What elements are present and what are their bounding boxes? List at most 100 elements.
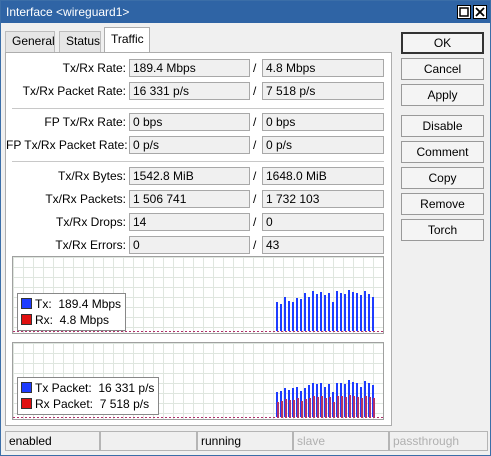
rx-swatch [21, 314, 32, 325]
rx-drops-field: 0 [262, 213, 384, 231]
tx-drops-field: 14 [129, 213, 250, 231]
field-label: Tx/Rx Rate: [62, 61, 126, 75]
field-label: Tx/Rx Drops: [55, 215, 126, 229]
separator-slash: / [253, 169, 257, 183]
rx-bar [321, 396, 323, 417]
tx-bar [316, 294, 318, 331]
tx-bar [304, 293, 306, 331]
disable-button[interactable]: Disable [401, 115, 484, 137]
tx-bar [332, 302, 334, 331]
legend-tx-packet-value: 16 331 p/s [98, 381, 155, 395]
rx-swatch [21, 398, 32, 409]
tx-bar [364, 291, 366, 331]
tx-bar [368, 294, 370, 331]
tx-swatch [21, 298, 32, 309]
status-running: running [197, 431, 293, 451]
rx-bar [309, 398, 311, 417]
divider [12, 161, 384, 162]
rx-bar [297, 398, 299, 417]
window-title: Interface <wireguard1> [6, 5, 130, 19]
field-label: Tx/Rx Packets: [45, 192, 126, 206]
separator-slash: / [253, 192, 257, 206]
tx-rx-packet-rate-row: Tx/Rx Packet Rate: 16 331 p/s / 7 518 p/… [6, 82, 391, 100]
fp-tx-packet-rate-field: 0 p/s [129, 136, 250, 154]
legend-rx-value: 4.8 Mbps [59, 313, 110, 327]
field-label: FP Tx/Rx Packet Rate: [6, 138, 128, 152]
separator-slash: / [253, 61, 257, 75]
close-button[interactable] [473, 5, 487, 19]
rx-bar [313, 396, 315, 417]
rate-graph-legend: Tx: 189.4 Mbps Rx: 4.8 Mbps [17, 293, 127, 331]
rx-bar [369, 397, 371, 417]
status-enabled: enabled [5, 431, 100, 451]
tx-bar [328, 293, 330, 331]
torch-button[interactable]: Torch [401, 219, 484, 241]
legend-rx-label: Rx: [35, 313, 53, 327]
tx-bar [340, 293, 342, 331]
ok-button[interactable]: OK [401, 32, 484, 54]
tx-rx-errors-row: Tx/Rx Errors: 0 / 43 [6, 236, 391, 254]
legend-rx-packet-label: Rx Packet: [35, 397, 94, 411]
copy-button[interactable]: Copy [401, 167, 484, 189]
rx-bar [361, 398, 363, 417]
packet-graph-legend: Tx Packet: 16 331 p/s Rx Packet: 7 518 p… [17, 377, 160, 415]
apply-button[interactable]: Apply [401, 84, 484, 106]
rx-bar [349, 395, 351, 417]
tx-packets-field: 1 506 741 [129, 190, 250, 208]
tx-bar [336, 291, 338, 331]
legend-tx-packet-label: Tx Packet: [35, 381, 92, 395]
tx-rx-packets-row: Tx/Rx Packets: 1 506 741 / 1 732 103 [6, 190, 391, 208]
rx-bar [317, 397, 319, 417]
remove-button[interactable]: Remove [401, 193, 484, 215]
cancel-button[interactable]: Cancel [401, 58, 484, 80]
fp-rx-packet-rate-field: 0 p/s [262, 136, 384, 154]
tab-traffic[interactable]: Traffic [104, 27, 150, 53]
tx-bar [356, 293, 358, 331]
legend-rx-packet-value: 7 518 p/s [99, 397, 150, 411]
field-label: FP Tx/Rx Rate: [44, 115, 126, 129]
field-label: Tx/Rx Bytes: [57, 169, 126, 183]
rx-packets-field: 1 732 103 [262, 190, 384, 208]
rx-bar [281, 401, 283, 417]
tx-bar [312, 291, 314, 331]
tx-bar [348, 290, 350, 331]
rx-bar [289, 400, 291, 417]
field-label: Tx/Rx Errors: [55, 238, 126, 252]
legend-tx: Tx: 189.4 Mbps [21, 296, 121, 312]
rate-graph: Tx: 189.4 Mbps Rx: 4.8 Mbps [12, 256, 384, 334]
tx-bar [320, 292, 322, 331]
tx-bar [360, 295, 362, 331]
packet-graph: Tx Packet: 16 331 p/s Rx Packet: 7 518 p… [12, 342, 384, 420]
status-bar: enabled running slave passthrough [5, 431, 488, 451]
restore-icon [459, 7, 469, 17]
rx-bar [345, 397, 347, 417]
tx-rx-bytes-row: Tx/Rx Bytes: 1542.8 MiB / 1648.0 MiB [6, 167, 391, 185]
tx-bar [288, 301, 290, 331]
rx-bar [341, 396, 343, 417]
title-bar[interactable]: Interface <wireguard1> [1, 1, 490, 23]
rx-bar [337, 396, 339, 417]
tx-rx-rate-row: Tx/Rx Rate: 189.4 Mbps / 4.8 Mbps [6, 59, 391, 77]
rx-bar [365, 396, 367, 417]
rx-errors-field: 43 [262, 236, 384, 254]
status-slave: slave [293, 431, 389, 451]
rx-bar [305, 399, 307, 417]
interface-window: Interface <wireguard1> General Status Tr… [0, 0, 491, 456]
rx-bar [325, 398, 327, 417]
tab-general[interactable]: General [5, 31, 55, 52]
tab-status[interactable]: Status [59, 31, 101, 52]
comment-button[interactable]: Comment [401, 141, 484, 163]
legend-tx-packet: Tx Packet: 16 331 p/s [21, 380, 154, 396]
separator-slash: / [253, 84, 257, 98]
separator-slash: / [253, 115, 257, 129]
rx-rate-field: 4.8 Mbps [262, 59, 384, 77]
tx-bar [308, 297, 310, 331]
legend-tx-value: 189.4 Mbps [58, 297, 122, 311]
tx-bytes-field: 1542.8 MiB [129, 167, 250, 185]
restore-button[interactable] [457, 5, 471, 19]
tx-rate-field: 189.4 Mbps [129, 59, 250, 77]
rx-bar [293, 400, 295, 417]
rx-bar [357, 397, 359, 417]
legend-rx-packet: Rx Packet: 7 518 p/s [21, 396, 154, 412]
tx-bar [344, 294, 346, 331]
